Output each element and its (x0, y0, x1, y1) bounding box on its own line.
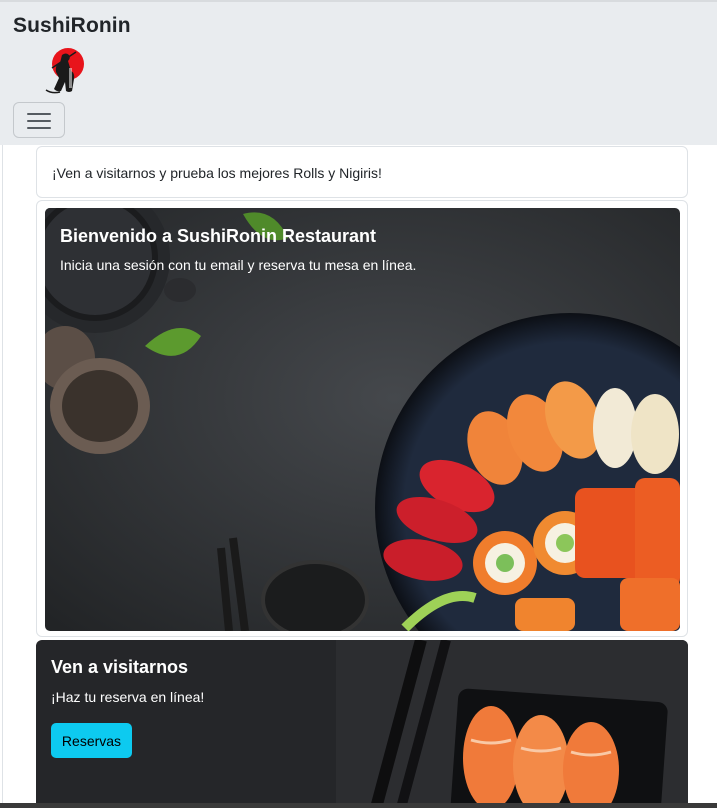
brand-name[interactable]: SushiRonin (13, 14, 131, 38)
samurai-sun-logo[interactable] (42, 46, 88, 98)
visit-title: Ven a visitarnos (51, 657, 189, 677)
navbar: SushiRonin (0, 0, 717, 145)
visit-hero-image: Ven a visitarnos ¡Haz tu reserva en líne… (36, 640, 688, 808)
visit-card: Ven a visitarnos ¡Haz tu reserva en líne… (36, 640, 688, 808)
promo-text: ¡Ven a visitarnos y prueba los mejores R… (52, 165, 382, 181)
welcome-title: Bienvenido a SushiRonin Restaurant (60, 226, 377, 246)
visit-text: ¡Haz tu reserva en línea! (51, 689, 205, 705)
page-bottom-edge (0, 803, 717, 808)
promo-banner: ¡Ven a visitarnos y prueba los mejores R… (36, 146, 688, 198)
welcome-text: Inicia una sesión con tu email y reserva… (60, 257, 417, 273)
reservas-button[interactable]: Reservas (51, 723, 132, 758)
navbar-toggler-button[interactable] (13, 102, 65, 138)
welcome-hero-image: Bienvenido a SushiRonin Restaurant Inici… (45, 208, 680, 631)
